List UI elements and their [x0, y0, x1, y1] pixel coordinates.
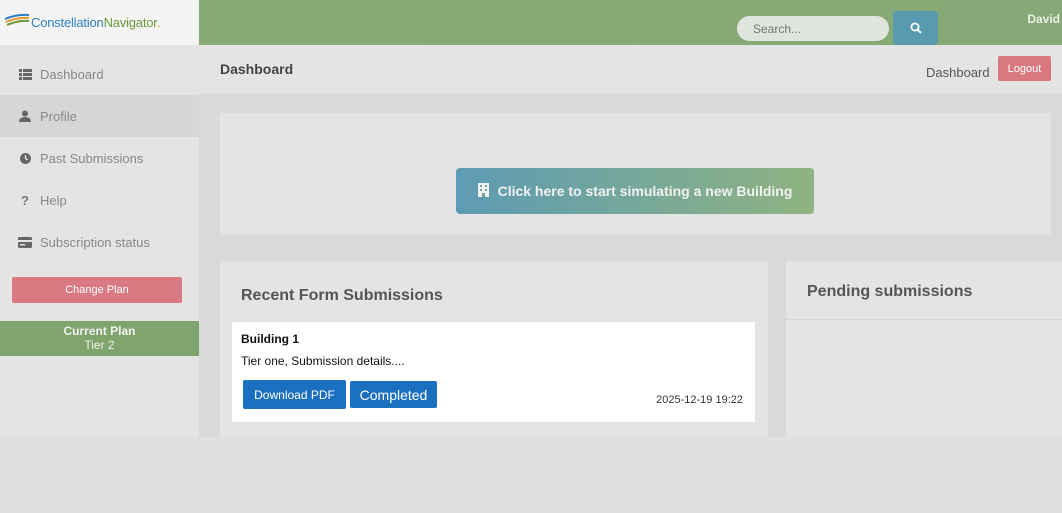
submission-name: Building 1	[241, 332, 299, 346]
brand-name-part1: Constellation	[31, 15, 104, 30]
sidebar-item-help[interactable]: ? Help	[0, 179, 199, 221]
logo-swoosh-icon	[4, 13, 30, 26]
recent-submissions-title: Recent Form Submissions	[241, 287, 443, 304]
pending-submissions-panel: Pending submissions	[786, 261, 1062, 437]
divider	[786, 319, 1062, 320]
search-icon	[910, 22, 922, 34]
sidebar-item-dashboard[interactable]: Dashboard	[0, 53, 199, 95]
brand-name-part2: Navigator	[103, 15, 157, 30]
submission-timestamp: 2025-12-19 19:22	[656, 394, 743, 406]
user-menu[interactable]: David	[1027, 12, 1060, 26]
search-button[interactable]	[893, 11, 938, 45]
sidebar-item-label: Past Submissions	[40, 150, 144, 166]
sidebar-item-label: Help	[40, 192, 67, 208]
start-simulation-button[interactable]: Click here to start simulating a new Bui…	[456, 168, 814, 214]
clock-icon	[18, 151, 32, 165]
pending-submissions-title: Pending submissions	[807, 283, 973, 300]
current-plan-label: Current Plan	[63, 324, 136, 338]
current-plan-panel: Current Plan Tier 2	[0, 321, 199, 356]
brand-name-suffix: .	[156, 15, 161, 30]
user-icon	[18, 109, 32, 123]
list-icon	[18, 67, 32, 81]
start-simulation-label: Click here to start simulating a new Bui…	[497, 183, 793, 199]
download-pdf-button[interactable]: Download PDF	[243, 380, 346, 409]
submission-description: Tier one, Submission details....	[241, 354, 405, 368]
brand-name: ConstellationNavigator.	[31, 15, 160, 30]
search-input[interactable]	[737, 16, 889, 41]
current-plan-value: Tier 2	[84, 338, 115, 352]
sidebar-item-label: Dashboard	[40, 66, 104, 82]
page-title: Dashboard	[220, 61, 294, 77]
top-bar: David	[199, 0, 1062, 45]
card-icon	[18, 235, 32, 249]
status-badge: Completed	[350, 381, 437, 408]
submission-card: Building 1 Tier one, Submission details.…	[232, 322, 755, 422]
building-icon	[477, 182, 489, 200]
sidebar-item-label: Profile	[40, 108, 77, 124]
logout-button[interactable]: Logout	[998, 56, 1051, 81]
sidebar-item-label: Subscription status	[40, 234, 150, 250]
sidebar-item-subscription-status[interactable]: Subscription status	[0, 221, 199, 263]
breadcrumb[interactable]: Dashboard	[926, 65, 990, 80]
sidebar-item-profile[interactable]: Profile	[0, 95, 199, 137]
brand-logo[interactable]: ConstellationNavigator.	[0, 0, 199, 45]
sidebar: ConstellationNavigator. Dashboard Profil…	[0, 0, 199, 437]
change-plan-button[interactable]: Change Plan	[12, 277, 182, 303]
sidebar-nav: Dashboard Profile Past Submissions ? Hel…	[0, 53, 199, 263]
question-icon: ?	[21, 192, 29, 208]
page-header: Dashboard Dashboard Logout	[199, 45, 1062, 93]
sidebar-item-past-submissions[interactable]: Past Submissions	[0, 137, 199, 179]
